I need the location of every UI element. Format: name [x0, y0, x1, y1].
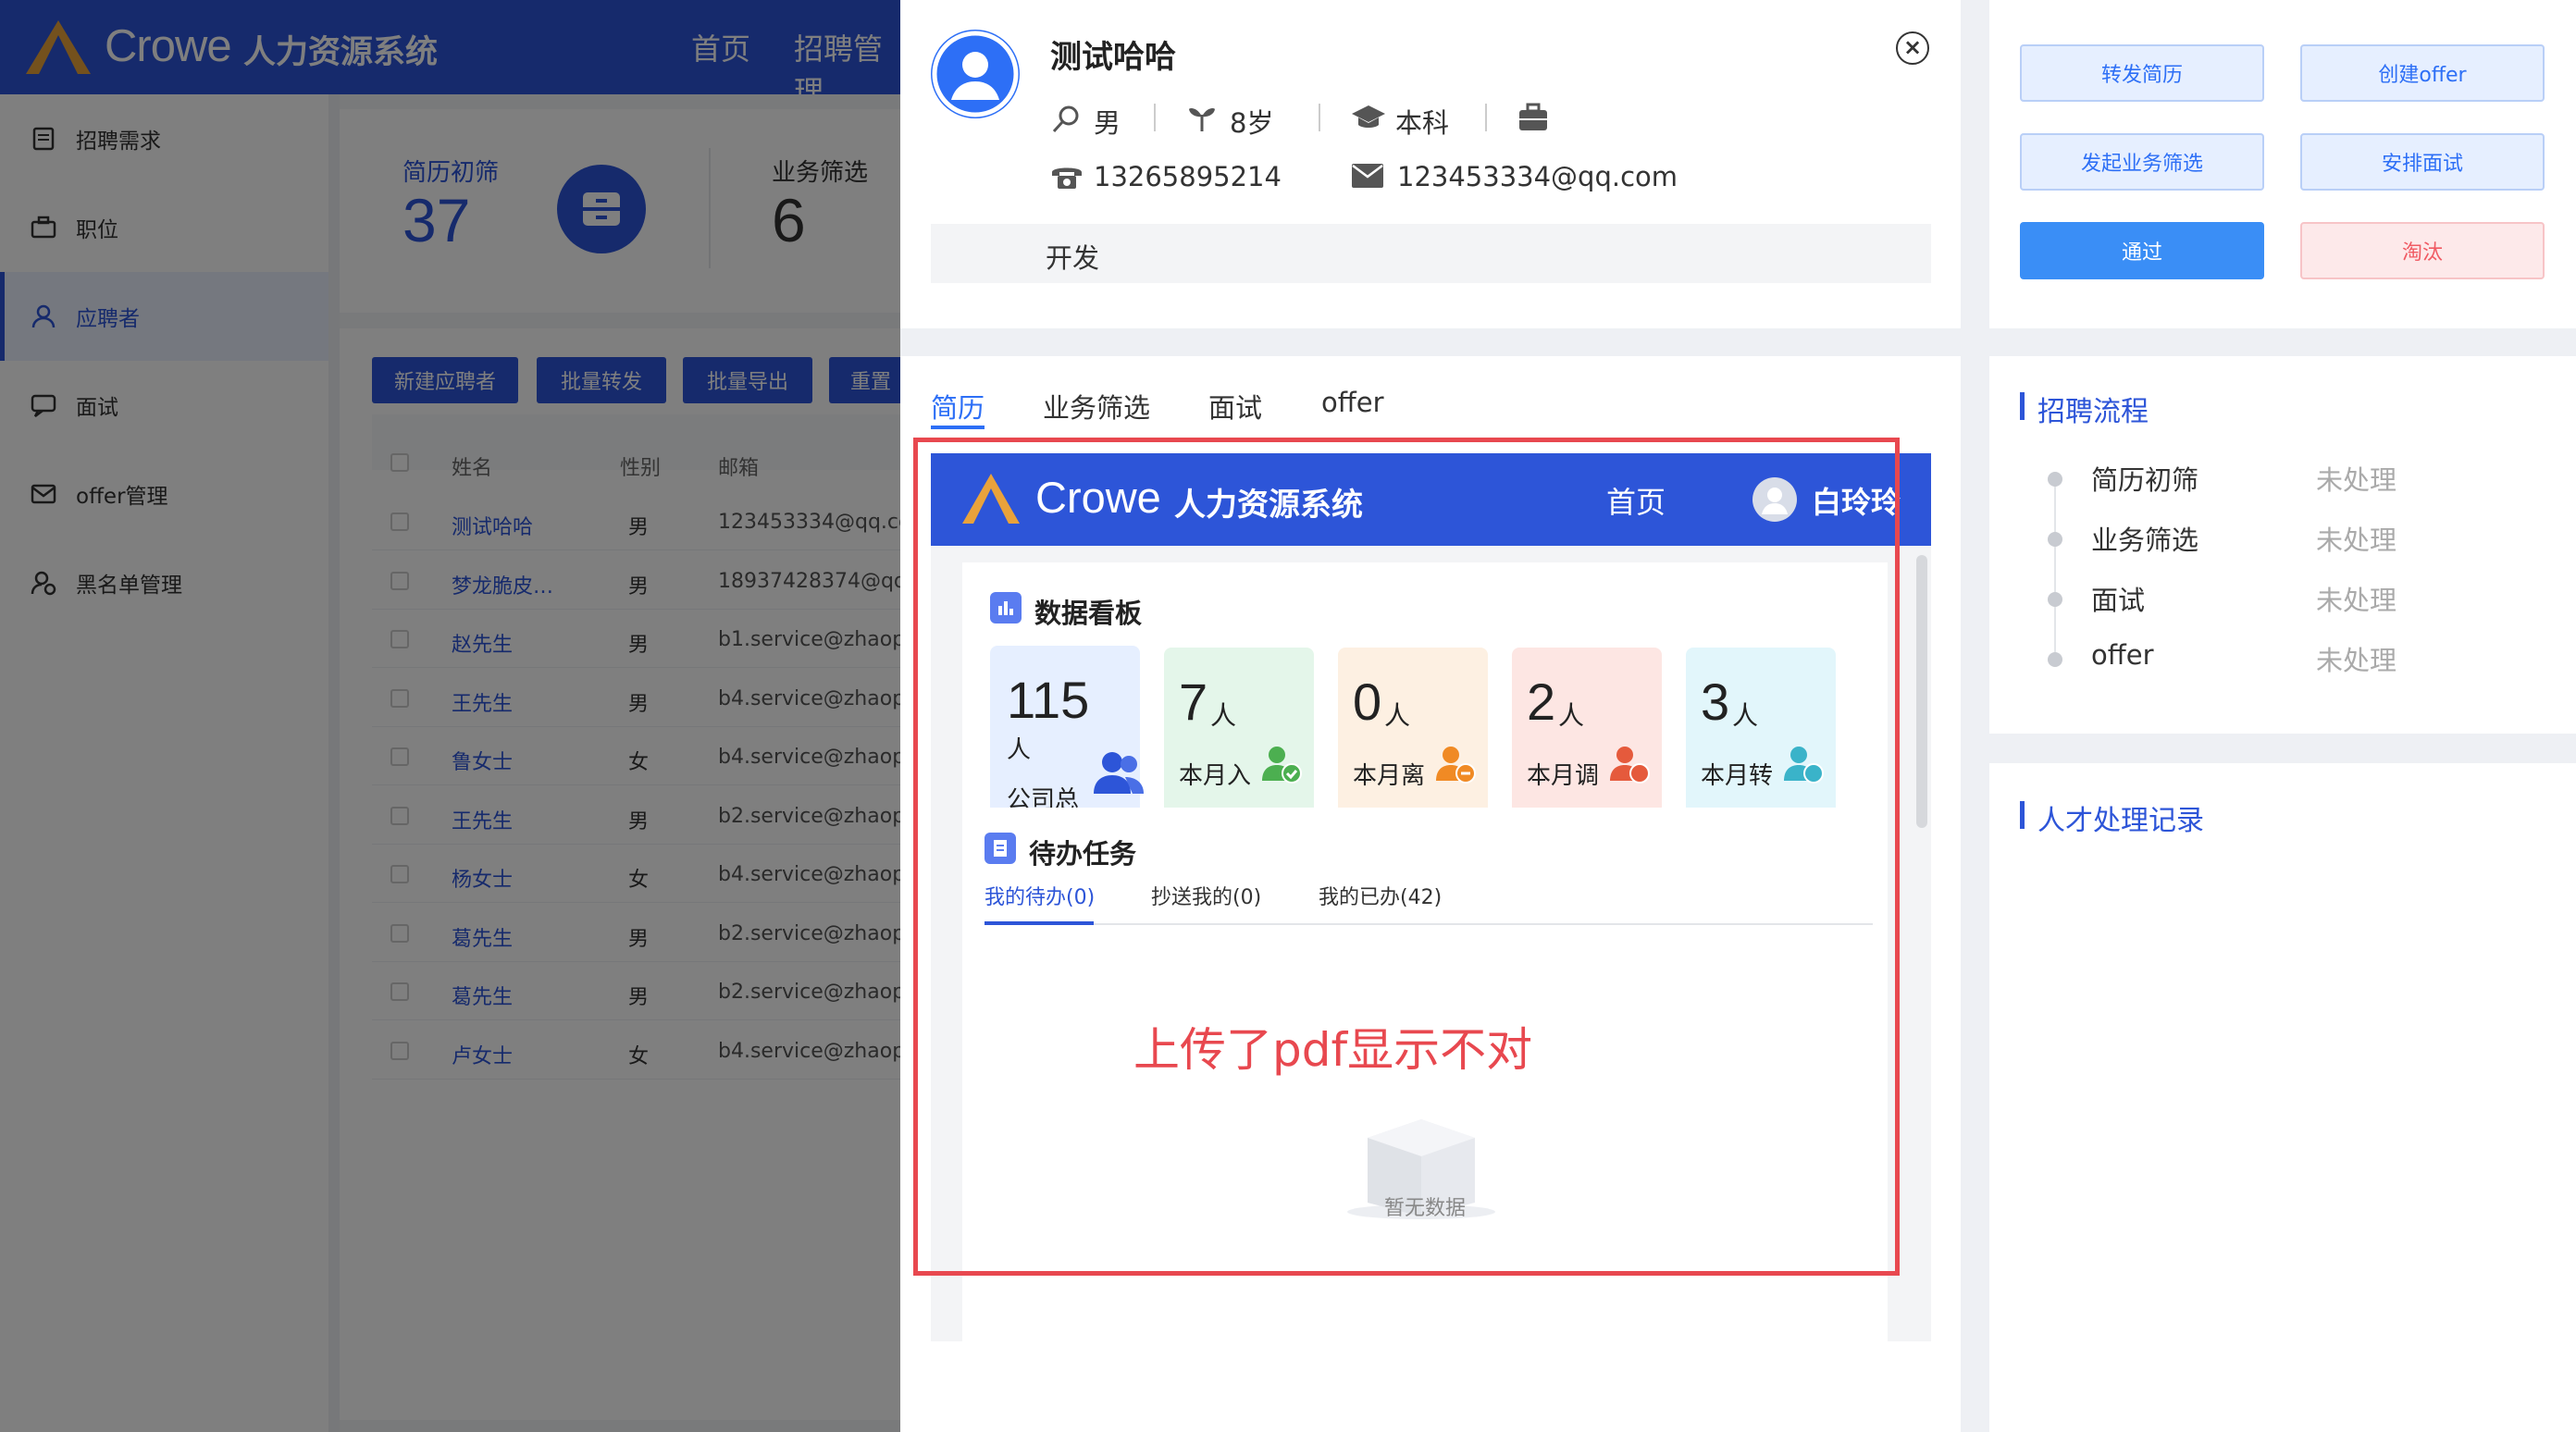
step-dot	[2048, 652, 2062, 667]
tab-interview[interactable]: 面试	[1208, 387, 1262, 426]
candidate-email: 123453334@qq.com	[1397, 161, 1678, 192]
create-offer-button[interactable]: 创建offer	[2300, 44, 2545, 102]
info-divider	[1319, 104, 1320, 131]
records-panel	[1989, 763, 2576, 1432]
step-status: 未处理	[2316, 645, 2397, 676]
step-name: offer	[2091, 639, 2154, 671]
info-divider	[1154, 104, 1156, 131]
schedule-interview-button[interactable]: 安排面试	[2300, 133, 2545, 191]
candidate-position: 开发	[1046, 242, 1100, 274]
preview-scrollbar[interactable]	[1916, 555, 1927, 828]
briefcase-icon	[1519, 103, 1547, 130]
graduation-cap-icon	[1352, 105, 1385, 128]
candidate-name: 测试哈哈	[1050, 39, 1176, 76]
modal-overlay[interactable]	[0, 0, 900, 1432]
reject-button[interactable]: 淘汰	[2300, 222, 2545, 279]
step-name: 业务筛选	[2091, 525, 2199, 556]
step-dot	[2048, 472, 2062, 487]
step-name: 简历初筛	[2091, 464, 2199, 496]
phone-icon	[1052, 167, 1082, 189]
annotation-box	[913, 438, 1900, 1276]
gender-icon	[1052, 105, 1079, 133]
step-name: 面试	[2091, 585, 2146, 616]
forward-resume-button[interactable]: 转发简历	[2020, 44, 2264, 102]
step-status: 未处理	[2316, 585, 2397, 616]
candidate-age: 8岁	[1230, 107, 1274, 139]
sprout-icon	[1189, 107, 1215, 131]
candidate-gender: 男	[1094, 107, 1121, 139]
process-timeline	[2054, 481, 2056, 666]
step-dot	[2048, 532, 2062, 547]
start-business-screen-button[interactable]: 发起业务筛选	[2020, 133, 2264, 191]
section-bar	[2020, 392, 2025, 420]
avatar	[931, 30, 1020, 118]
step-status: 未处理	[2316, 525, 2397, 556]
step-dot	[2048, 592, 2062, 607]
annotation-text: 上传了pdf显示不对	[1133, 1023, 1533, 1077]
candidate-education: 本科	[1395, 107, 1450, 139]
records-title: 人才处理记录	[2037, 805, 2204, 837]
step-status: 未处理	[2316, 464, 2397, 496]
email-icon	[1352, 164, 1383, 188]
tab-business-screen[interactable]: 业务筛选	[1043, 387, 1150, 426]
close-button[interactable]: ×	[1896, 31, 1929, 65]
tab-offer[interactable]: offer	[1321, 387, 1384, 418]
process-title: 招聘流程	[2037, 396, 2149, 428]
active-tab-indicator	[931, 426, 985, 429]
section-bar	[2020, 801, 2025, 829]
pass-button[interactable]: 通过	[2020, 222, 2264, 279]
tab-resume[interactable]: 简历	[931, 387, 985, 426]
info-divider	[1485, 104, 1487, 131]
candidate-phone: 13265895214	[1094, 161, 1282, 192]
